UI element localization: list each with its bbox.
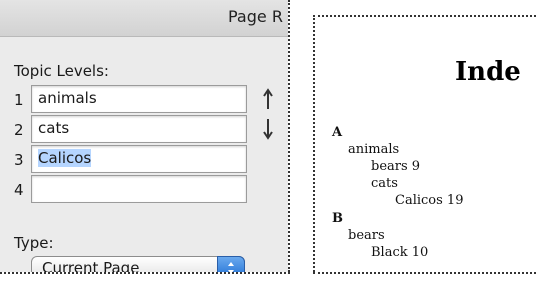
topic-level-value-2: cats xyxy=(38,119,70,137)
select-stepper[interactable] xyxy=(217,256,245,272)
move-up-arrow-icon[interactable] xyxy=(262,88,274,110)
move-down-arrow-icon[interactable] xyxy=(262,118,274,140)
index-entry: bears 9 xyxy=(371,159,421,174)
topic-level-number-2: 2 xyxy=(14,121,24,139)
topic-levels-label: Topic Levels: xyxy=(14,62,109,80)
index-letter-b: B xyxy=(332,211,343,226)
index-entry: bears xyxy=(348,228,385,243)
new-page-reference-panel: Page R Topic Levels: 1 animals 2 cats 3 … xyxy=(0,0,288,272)
topic-level-number-3: 3 xyxy=(14,151,24,169)
index-preview: Inde A animals bears 9 cats Calicos 19 B… xyxy=(313,15,536,272)
panel-header: Page R xyxy=(0,0,288,37)
index-entry: Calicos 19 xyxy=(395,193,464,208)
index-entry: Black 10 xyxy=(371,245,429,260)
panel-header-title: Page R xyxy=(228,7,283,26)
index-entry: animals xyxy=(348,142,400,157)
index-entry: cats xyxy=(371,176,398,191)
type-select-value: Current Page xyxy=(42,259,140,272)
topic-level-value-1: animals xyxy=(38,89,97,107)
preview-dotted-edge-top xyxy=(313,15,536,17)
topic-level-number-1: 1 xyxy=(14,91,24,109)
type-label: Type: xyxy=(14,234,54,252)
panel-dotted-edge-right xyxy=(288,0,290,272)
preview-dotted-edge-bottom xyxy=(313,272,536,274)
topic-level-field-4[interactable] xyxy=(31,175,247,203)
index-title: Inde xyxy=(455,57,521,87)
index-letter-a: A xyxy=(332,125,343,140)
topic-level-number-4: 4 xyxy=(14,181,24,199)
topic-level-field-2[interactable]: cats xyxy=(31,115,247,143)
topic-level-field-1[interactable]: animals xyxy=(31,85,247,113)
topic-level-value-3-selected: Calicos xyxy=(38,149,92,167)
topic-level-field-3[interactable]: Calicos xyxy=(31,145,247,173)
up-down-chevron-icon xyxy=(228,262,234,272)
panel-dotted-edge-bottom xyxy=(0,272,290,274)
type-select[interactable]: Current Page xyxy=(31,256,245,272)
